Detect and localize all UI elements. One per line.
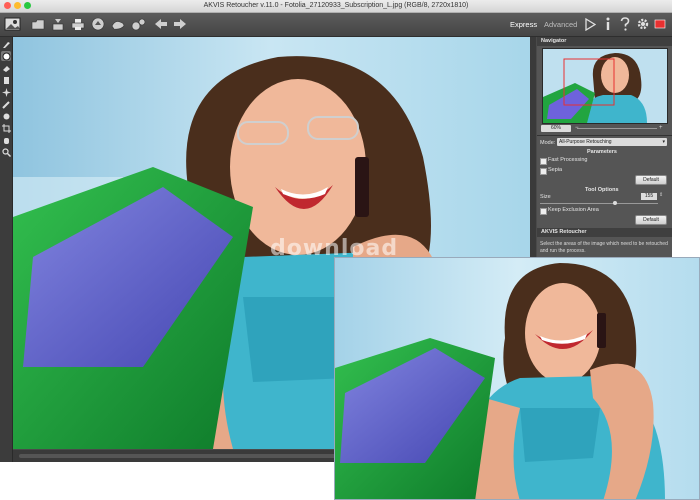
selection-tool-icon[interactable] bbox=[1, 51, 11, 61]
zoom-in-icon[interactable]: + bbox=[659, 125, 663, 131]
title-bar: AKVIS Retoucher v.11.0 - Fotolia_2712093… bbox=[0, 0, 672, 13]
keep-exclusion-checkbox[interactable] bbox=[540, 208, 547, 215]
settings-icon[interactable] bbox=[130, 16, 146, 32]
mode-select-value: All-Purpose Retouching bbox=[559, 139, 612, 145]
sepia-checkbox[interactable] bbox=[540, 168, 547, 175]
magic-tool-icon[interactable] bbox=[1, 87, 11, 97]
open-icon[interactable] bbox=[30, 16, 46, 32]
zoom-tool-icon[interactable] bbox=[1, 147, 11, 157]
save-icon[interactable] bbox=[50, 16, 66, 32]
photo-logo-icon bbox=[4, 16, 22, 32]
help-text: Select the areas of the image which need… bbox=[540, 241, 668, 254]
navigator-header: Navigator bbox=[537, 37, 672, 46]
zoom-slider[interactable] bbox=[577, 128, 657, 129]
mode-label: Mode: bbox=[540, 140, 556, 146]
advanced-mode-tab[interactable]: Advanced bbox=[544, 13, 577, 36]
sepia-label: Sepia bbox=[548, 167, 563, 173]
tools-bar bbox=[0, 37, 13, 462]
chevron-down-icon: ▾ bbox=[662, 139, 665, 145]
brush-tool-icon[interactable] bbox=[1, 39, 11, 49]
flag-icon[interactable] bbox=[652, 16, 668, 32]
result-image-overlay bbox=[334, 257, 700, 500]
stepper-icon[interactable]: ⇕ bbox=[659, 192, 663, 198]
parameters-default-button[interactable]: Default bbox=[635, 175, 667, 185]
tool-options-default-button[interactable]: Default bbox=[635, 215, 667, 225]
navigator-thumbnail bbox=[543, 49, 667, 123]
navigator-preview[interactable] bbox=[542, 48, 668, 124]
share-icon[interactable] bbox=[90, 16, 106, 32]
eraser-tool-icon[interactable] bbox=[1, 63, 11, 73]
presets-icon[interactable] bbox=[110, 16, 126, 32]
fast-processing-checkbox[interactable] bbox=[540, 158, 547, 165]
clone-tool-icon[interactable] bbox=[1, 75, 11, 85]
run-icon[interactable] bbox=[582, 16, 598, 32]
help-header: AKVIS Retoucher bbox=[537, 228, 672, 237]
main-toolbar: Express Advanced bbox=[0, 13, 672, 37]
redo-icon[interactable] bbox=[172, 16, 188, 32]
tool-options-title: Tool Options bbox=[585, 187, 619, 193]
help-icon[interactable] bbox=[617, 16, 633, 32]
size-slider-thumb[interactable] bbox=[613, 201, 617, 205]
crop-tool-icon[interactable] bbox=[1, 123, 11, 133]
size-field[interactable]: 155 bbox=[641, 193, 657, 200]
hand-tool-icon[interactable] bbox=[1, 135, 11, 145]
window-title: AKVIS Retoucher v.11.0 - Fotolia_2712093… bbox=[203, 2, 469, 9]
mode-select[interactable]: All-Purpose Retouching ▾ bbox=[557, 138, 667, 146]
express-mode-tab[interactable]: Express bbox=[510, 13, 537, 36]
undo-icon[interactable] bbox=[153, 16, 169, 32]
patch-tool-icon[interactable] bbox=[1, 111, 11, 121]
zoom-field[interactable]: 60% bbox=[541, 125, 571, 132]
keep-exclusion-label: Keep Exclusion Area bbox=[548, 207, 599, 213]
healing-brush-icon[interactable] bbox=[1, 99, 11, 109]
preferences-icon[interactable] bbox=[635, 16, 651, 32]
parameters-title: Parameters bbox=[587, 149, 617, 155]
size-label: Size bbox=[540, 194, 551, 200]
fast-processing-label: Fast Processing bbox=[548, 157, 588, 163]
divider bbox=[537, 135, 672, 136]
zoom-out-icon[interactable]: − bbox=[575, 125, 579, 131]
result-photo-image bbox=[335, 258, 699, 499]
info-icon[interactable] bbox=[600, 16, 616, 32]
size-slider[interactable] bbox=[540, 203, 658, 204]
print-icon[interactable] bbox=[70, 16, 86, 32]
